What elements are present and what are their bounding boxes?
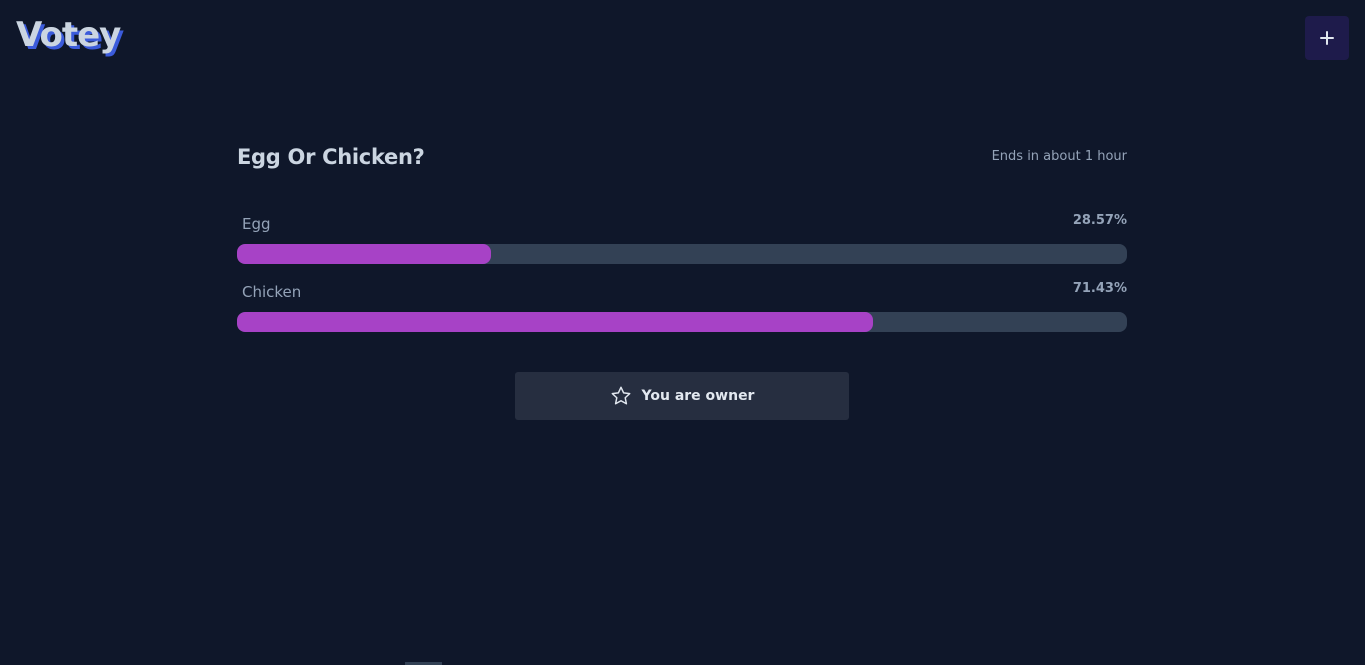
- poll-title: Egg Or Chicken?: [237, 145, 425, 169]
- owner-button[interactable]: You are owner: [515, 372, 849, 420]
- poll-card: Egg Or Chicken? Ends in about 1 hour Egg…: [237, 140, 1127, 346]
- app-logo[interactable]: Votey: [16, 18, 121, 52]
- poll-option[interactable]: Egg 28.57%: [237, 210, 1127, 278]
- option-progress-track: [237, 312, 1127, 332]
- option-header: Egg 28.57%: [237, 210, 1127, 244]
- option-progress-fill: [237, 244, 492, 264]
- add-poll-button[interactable]: [1305, 16, 1349, 60]
- poll-option[interactable]: Chicken 71.43%: [237, 278, 1127, 346]
- poll-end-time: Ends in about 1 hour: [991, 149, 1127, 164]
- owner-label: You are owner: [641, 388, 755, 404]
- plus-icon: [1319, 30, 1335, 46]
- option-progress-track: [237, 244, 1127, 264]
- page: Votey Egg Or Chicken? Ends in about 1 ho…: [0, 0, 1365, 665]
- option-label: Egg: [242, 215, 271, 233]
- option-percent: 28.57%: [1072, 213, 1127, 228]
- option-label: Chicken: [242, 283, 302, 301]
- option-header: Chicken 71.43%: [237, 278, 1127, 312]
- option-progress-fill: [237, 312, 873, 332]
- star-icon: [610, 385, 632, 407]
- poll-header: Egg Or Chicken? Ends in about 1 hour: [237, 140, 1127, 210]
- option-percent: 71.43%: [1072, 281, 1127, 296]
